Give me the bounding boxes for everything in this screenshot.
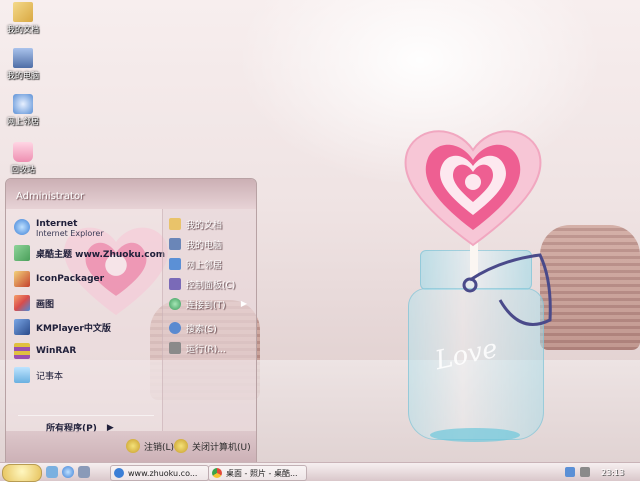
volume-tray-icon[interactable] — [580, 467, 590, 477]
recent-paint[interactable]: 画图 — [14, 293, 54, 313]
places-network[interactable]: 网上邻居 — [169, 255, 253, 273]
recycle-bin-icon — [13, 142, 33, 162]
desktop-icon-network[interactable]: 网上邻居 — [0, 94, 46, 127]
submenu-arrow-icon: ▶ — [240, 299, 247, 308]
shutdown-button[interactable]: 关闭计算机(U) — [174, 439, 251, 453]
places-control-panel[interactable]: 控制面板(C) — [169, 275, 253, 293]
paint-icon — [14, 295, 30, 311]
quicklaunch-desktop-icon[interactable] — [46, 466, 58, 478]
internet-explorer-icon — [14, 219, 30, 235]
clock[interactable]: 23:13 — [601, 468, 624, 477]
search-icon — [169, 322, 181, 334]
folder-documents-icon — [13, 2, 33, 22]
winrar-icon — [14, 343, 30, 359]
network-tray-icon[interactable] — [565, 467, 575, 477]
start-menu-right-pane: 我的文档 我的电脑 网上邻居 控制面板(C) 连接到(T) ▶ 搜索(S) 运行… — [162, 209, 256, 431]
network-icon — [13, 94, 33, 114]
places-connect-to[interactable]: 连接到(T) ▶ — [169, 295, 253, 313]
taskbar: www.zhuoku.co... 桌面 - 照片 - 桌酷... 23:13 — [0, 462, 640, 482]
pinned-zhuoku[interactable]: 桌酷主题 www.Zhuoku.com — [14, 243, 165, 263]
heart-lollipop — [404, 130, 542, 247]
my-computer-icon — [169, 238, 181, 250]
recent-winrar[interactable]: WinRAR — [14, 341, 76, 361]
user-name: Administrator — [16, 191, 85, 202]
recent-iconpackager[interactable]: IconPackager — [14, 269, 104, 289]
start-menu-header: Administrator — [6, 179, 256, 209]
desktop-icon-my-computer[interactable]: 我的电脑 — [0, 48, 46, 81]
iconpackager-icon — [14, 271, 30, 287]
system-tray: 23:13 — [565, 464, 638, 480]
power-icon — [174, 439, 188, 453]
places-run[interactable]: 运行(R)... — [169, 339, 253, 357]
recent-notepad[interactable]: 记事本 — [14, 365, 63, 385]
chrome-task-icon — [212, 468, 222, 478]
start-menu-left-pane: Internet Internet Explorer 桌酷主题 www.Zhuok… — [6, 209, 165, 431]
quicklaunch-ie-icon[interactable] — [62, 466, 74, 478]
jar-wire-handle — [462, 253, 552, 326]
start-menu-footer: 注销(L) 关闭计算机(U) — [6, 431, 256, 462]
zhuoku-theme-icon — [14, 245, 30, 261]
quicklaunch-media-icon[interactable] — [78, 466, 90, 478]
start-button[interactable] — [2, 464, 42, 482]
desktop-icon-my-documents[interactable]: 我的文档 — [0, 2, 46, 35]
connect-to-icon — [169, 298, 181, 310]
ie-task-icon — [114, 468, 124, 478]
kmplayer-icon — [14, 319, 30, 335]
recent-kmplayer[interactable]: KMPlayer中文版 — [14, 317, 111, 337]
run-icon — [169, 342, 181, 354]
control-panel-icon — [169, 278, 181, 290]
logoff-icon — [126, 439, 140, 453]
task-button-zhuoku[interactable]: www.zhuoku.co... — [110, 465, 209, 481]
logoff-button[interactable]: 注销(L) — [126, 439, 174, 453]
computer-icon — [13, 48, 33, 68]
network-places-icon — [169, 258, 181, 270]
notepad-icon — [14, 367, 30, 383]
places-search[interactable]: 搜索(S) — [169, 319, 253, 337]
task-button-photo[interactable]: 桌面 - 照片 - 桌酷... — [208, 465, 307, 481]
places-my-documents[interactable]: 我的文档 — [169, 215, 253, 233]
start-menu-separator — [18, 415, 154, 416]
my-documents-icon — [169, 218, 181, 230]
pinned-internet[interactable]: Internet Internet Explorer — [14, 217, 104, 238]
places-my-computer[interactable]: 我的电脑 — [169, 235, 253, 253]
desktop-icon-recycle-bin[interactable]: 回收站 — [0, 142, 46, 175]
start-menu: Administrator Internet Internet Explorer … — [5, 178, 257, 463]
